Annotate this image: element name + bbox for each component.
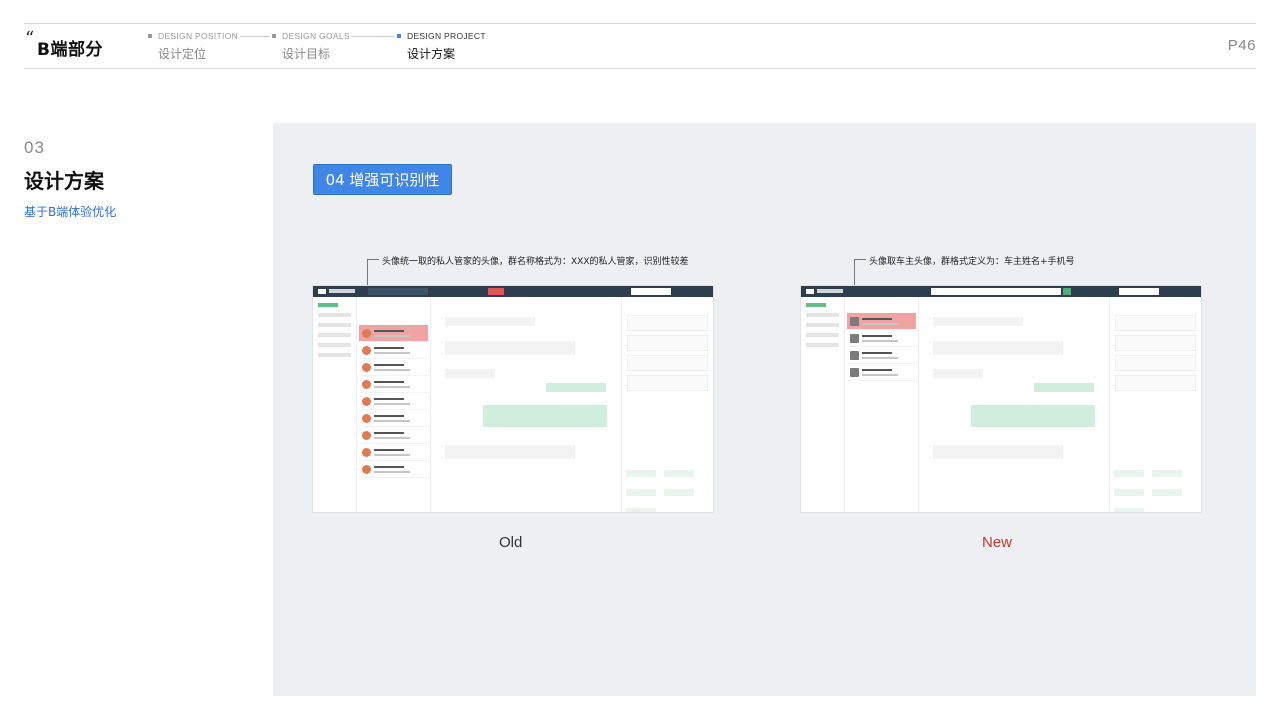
header-bottom-divider: [24, 68, 1256, 69]
mock-chat-pane: [431, 297, 621, 512]
annotation-connector: [854, 259, 866, 260]
mock-search: [368, 288, 428, 295]
mock-nav: [313, 297, 357, 512]
feature-tag: 04 增强可识别性: [313, 164, 452, 195]
header-top-divider: [24, 23, 1256, 24]
mock-detail-pane: [621, 297, 713, 512]
mock-logo: [806, 289, 814, 294]
step-cn-label: 设计定位: [158, 47, 207, 61]
section-subtitle: 基于B端体验优化: [24, 205, 117, 219]
quote-mark: “: [25, 28, 35, 49]
mock-detail-pane: [1109, 297, 1201, 512]
step-design-position[interactable]: DESIGN POSITION 设计定位: [148, 31, 271, 62]
mock-search-button: [1063, 288, 1071, 295]
step-marker: [397, 34, 401, 38]
mock-topbar: [801, 286, 1201, 297]
mock-search: [931, 288, 1061, 295]
mock-filter: [631, 288, 671, 295]
step-cn-label: 设计目标: [282, 47, 331, 61]
annotation-connector: [367, 259, 379, 260]
mock-conversation-list: [845, 297, 919, 512]
mock-chat-pane: [919, 297, 1109, 512]
mock-topbar: [313, 286, 713, 297]
step-marker: [272, 34, 276, 38]
step-connector: [351, 35, 394, 37]
step-en-label: DESIGN GOALS: [282, 31, 350, 41]
step-cn-label: 设计方案: [407, 47, 456, 61]
slide: “ B端部分 DESIGN POSITION 设计定位 DESIGN GOALS…: [0, 0, 1280, 720]
section-number: 03: [24, 138, 45, 157]
mock-nav: [801, 297, 845, 512]
old-caption: Old: [499, 534, 523, 551]
step-marker: [148, 34, 152, 38]
new-design-screenshot: [801, 286, 1201, 512]
section-heading: 设计方案: [24, 169, 104, 193]
mock-logo: [318, 289, 326, 294]
step-connector: [240, 35, 271, 37]
section-title: B端部分: [37, 40, 103, 60]
step-en-label: DESIGN POSITION: [158, 31, 239, 41]
new-caption: New: [982, 534, 1013, 551]
step-design-project[interactable]: DESIGN PROJECT 设计方案: [397, 31, 486, 62]
new-annotation: 头像取车主头像，群格式定义为：车主姓名+手机号: [869, 257, 1075, 267]
mock-brand: [817, 289, 843, 293]
mock-conversation-list: [357, 297, 431, 512]
step-design-goals[interactable]: DESIGN GOALS 设计目标: [272, 31, 394, 62]
page-number: P46: [1227, 37, 1256, 54]
old-design-screenshot: [313, 286, 713, 512]
mock-filter: [1119, 288, 1159, 295]
mock-brand: [329, 289, 355, 293]
mock-alert: [488, 288, 504, 295]
old-annotation: 头像统一取的私人管家的头像，群名称格式为：XXX的私人管家，识别性较差: [382, 257, 689, 267]
step-en-label: DESIGN PROJECT: [407, 31, 486, 41]
